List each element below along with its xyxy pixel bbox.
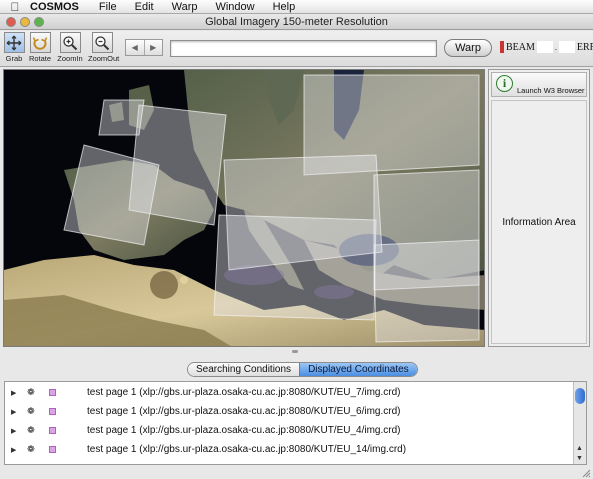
zoom-in-icon bbox=[59, 32, 81, 53]
satellite-map bbox=[4, 70, 484, 346]
menu-bar:  COSMOS File Edit Warp Window Help bbox=[0, 0, 593, 14]
bottom-tabs: Searching Conditions Displayed Coordinat… bbox=[187, 362, 418, 377]
beam-indicator: BEAM . ERR bbox=[500, 41, 593, 53]
zoom-in-label: ZoomIn bbox=[57, 54, 83, 63]
menu-file[interactable]: File bbox=[99, 1, 117, 13]
toolbar: Grab Rotate ZoomIn ZoomOut ◀ ▶ Warp BEAM… bbox=[0, 31, 593, 67]
list-item-label: test page 1 (xlp://gbs.ur-plaza.osaka-cu… bbox=[87, 387, 401, 398]
coordinates-list: ▶ ❁ test page 1 (xlp://gbs.ur-plaza.osak… bbox=[4, 381, 587, 465]
disclosure-triangle-icon[interactable]: ▶ bbox=[11, 427, 21, 435]
grab-tool[interactable]: Grab bbox=[0, 32, 28, 63]
rotate-label: Rotate bbox=[28, 54, 52, 63]
zoom-out-icon bbox=[91, 32, 113, 53]
grab-label: Grab bbox=[5, 54, 23, 63]
beam-value-box bbox=[536, 41, 553, 53]
err-value-box bbox=[558, 41, 575, 53]
zoom-window-icon[interactable] bbox=[34, 17, 44, 27]
layer-color-icon bbox=[49, 408, 56, 415]
right-panel: i Launch W3 Browser Information Area bbox=[488, 69, 590, 347]
information-area-label: Information Area bbox=[502, 216, 576, 228]
imagery-tile-5 bbox=[213, 214, 377, 321]
layer-color-icon bbox=[49, 427, 56, 434]
scroll-down-icon[interactable]: ▼ bbox=[576, 455, 583, 462]
zoom-in-tool[interactable]: ZoomIn bbox=[56, 32, 84, 63]
window-controls bbox=[6, 17, 44, 27]
split-handle[interactable] bbox=[292, 350, 298, 353]
launch-w3-browser-button[interactable]: i Launch W3 Browser bbox=[491, 72, 587, 97]
window-title: Global Imagery 150-meter Resolution bbox=[205, 16, 388, 28]
disclosure-triangle-icon[interactable]: ▶ bbox=[11, 408, 21, 416]
disclosure-triangle-icon[interactable]: ▶ bbox=[11, 389, 21, 397]
launch-label: Launch W3 Browser bbox=[517, 86, 585, 95]
imagery-tile-8 bbox=[98, 99, 145, 136]
history-nav: ◀ ▶ bbox=[125, 39, 163, 56]
resize-grip-icon[interactable] bbox=[581, 468, 591, 478]
info-icon: i bbox=[496, 75, 513, 92]
layer-color-icon bbox=[49, 446, 56, 453]
err-label: ERR bbox=[576, 41, 593, 53]
menu-help[interactable]: Help bbox=[273, 1, 296, 13]
eye-icon[interactable]: ❁ bbox=[27, 387, 39, 398]
menu-app-name[interactable]: COSMOS bbox=[30, 1, 79, 13]
list-item[interactable]: ▶ ❁ test page 1 (xlp://gbs.ur-plaza.osak… bbox=[5, 402, 573, 421]
information-area: Information Area bbox=[491, 100, 587, 344]
menu-warp[interactable]: Warp bbox=[172, 1, 198, 13]
rotate-tool[interactable]: Rotate bbox=[26, 32, 54, 63]
list-scrollbar[interactable]: ▲ ▼ bbox=[573, 382, 586, 464]
forward-arrow-icon[interactable]: ▶ bbox=[145, 40, 163, 55]
back-arrow-icon[interactable]: ◀ bbox=[126, 40, 145, 55]
list-item[interactable]: ▶ ❁ test page 1 (xlp://gbs.ur-plaza.osak… bbox=[5, 383, 573, 402]
tab-searching-conditions[interactable]: Searching Conditions bbox=[188, 363, 300, 376]
scroll-up-icon[interactable]: ▲ bbox=[576, 445, 583, 452]
disclosure-triangle-icon[interactable]: ▶ bbox=[11, 446, 21, 454]
beam-status-icon bbox=[500, 41, 504, 53]
list-item[interactable]: ▶ ❁ test page 1 (xlp://gbs.ur-plaza.osak… bbox=[5, 440, 573, 459]
scrollbar-thumb[interactable] bbox=[575, 388, 585, 404]
eye-icon[interactable]: ❁ bbox=[27, 425, 39, 436]
layer-color-icon bbox=[49, 389, 56, 396]
list-item-label: test page 1 (xlp://gbs.ur-plaza.osaka-cu… bbox=[87, 406, 401, 417]
map-view[interactable] bbox=[3, 69, 485, 347]
window-title-bar: Global Imagery 150-meter Resolution bbox=[0, 14, 593, 30]
list-item-label: test page 1 (xlp://gbs.ur-plaza.osaka-cu… bbox=[87, 425, 401, 436]
eye-icon[interactable]: ❁ bbox=[27, 444, 39, 455]
grab-icon bbox=[3, 32, 25, 53]
apple-icon[interactable]:  bbox=[0, 0, 30, 14]
beam-label: BEAM bbox=[506, 41, 535, 53]
warp-button[interactable]: Warp bbox=[444, 39, 492, 57]
minimize-window-icon[interactable] bbox=[20, 17, 30, 27]
zoom-out-label: ZoomOut bbox=[88, 54, 120, 63]
imagery-tile-7 bbox=[373, 239, 480, 343]
zoom-out-tool[interactable]: ZoomOut bbox=[88, 32, 120, 63]
tab-displayed-coordinates[interactable]: Displayed Coordinates bbox=[299, 363, 417, 376]
list-item-label: test page 1 (xlp://gbs.ur-plaza.osaka-cu… bbox=[87, 444, 407, 455]
rotate-icon bbox=[29, 32, 51, 53]
list-item[interactable]: ▶ ❁ test page 1 (xlp://gbs.ur-plaza.osak… bbox=[5, 421, 573, 440]
eye-icon[interactable]: ❁ bbox=[27, 406, 39, 417]
close-window-icon[interactable] bbox=[6, 17, 16, 27]
separator-dot: . bbox=[554, 42, 557, 52]
menu-edit[interactable]: Edit bbox=[135, 1, 154, 13]
menu-window[interactable]: Window bbox=[215, 1, 254, 13]
url-input[interactable] bbox=[170, 40, 437, 57]
